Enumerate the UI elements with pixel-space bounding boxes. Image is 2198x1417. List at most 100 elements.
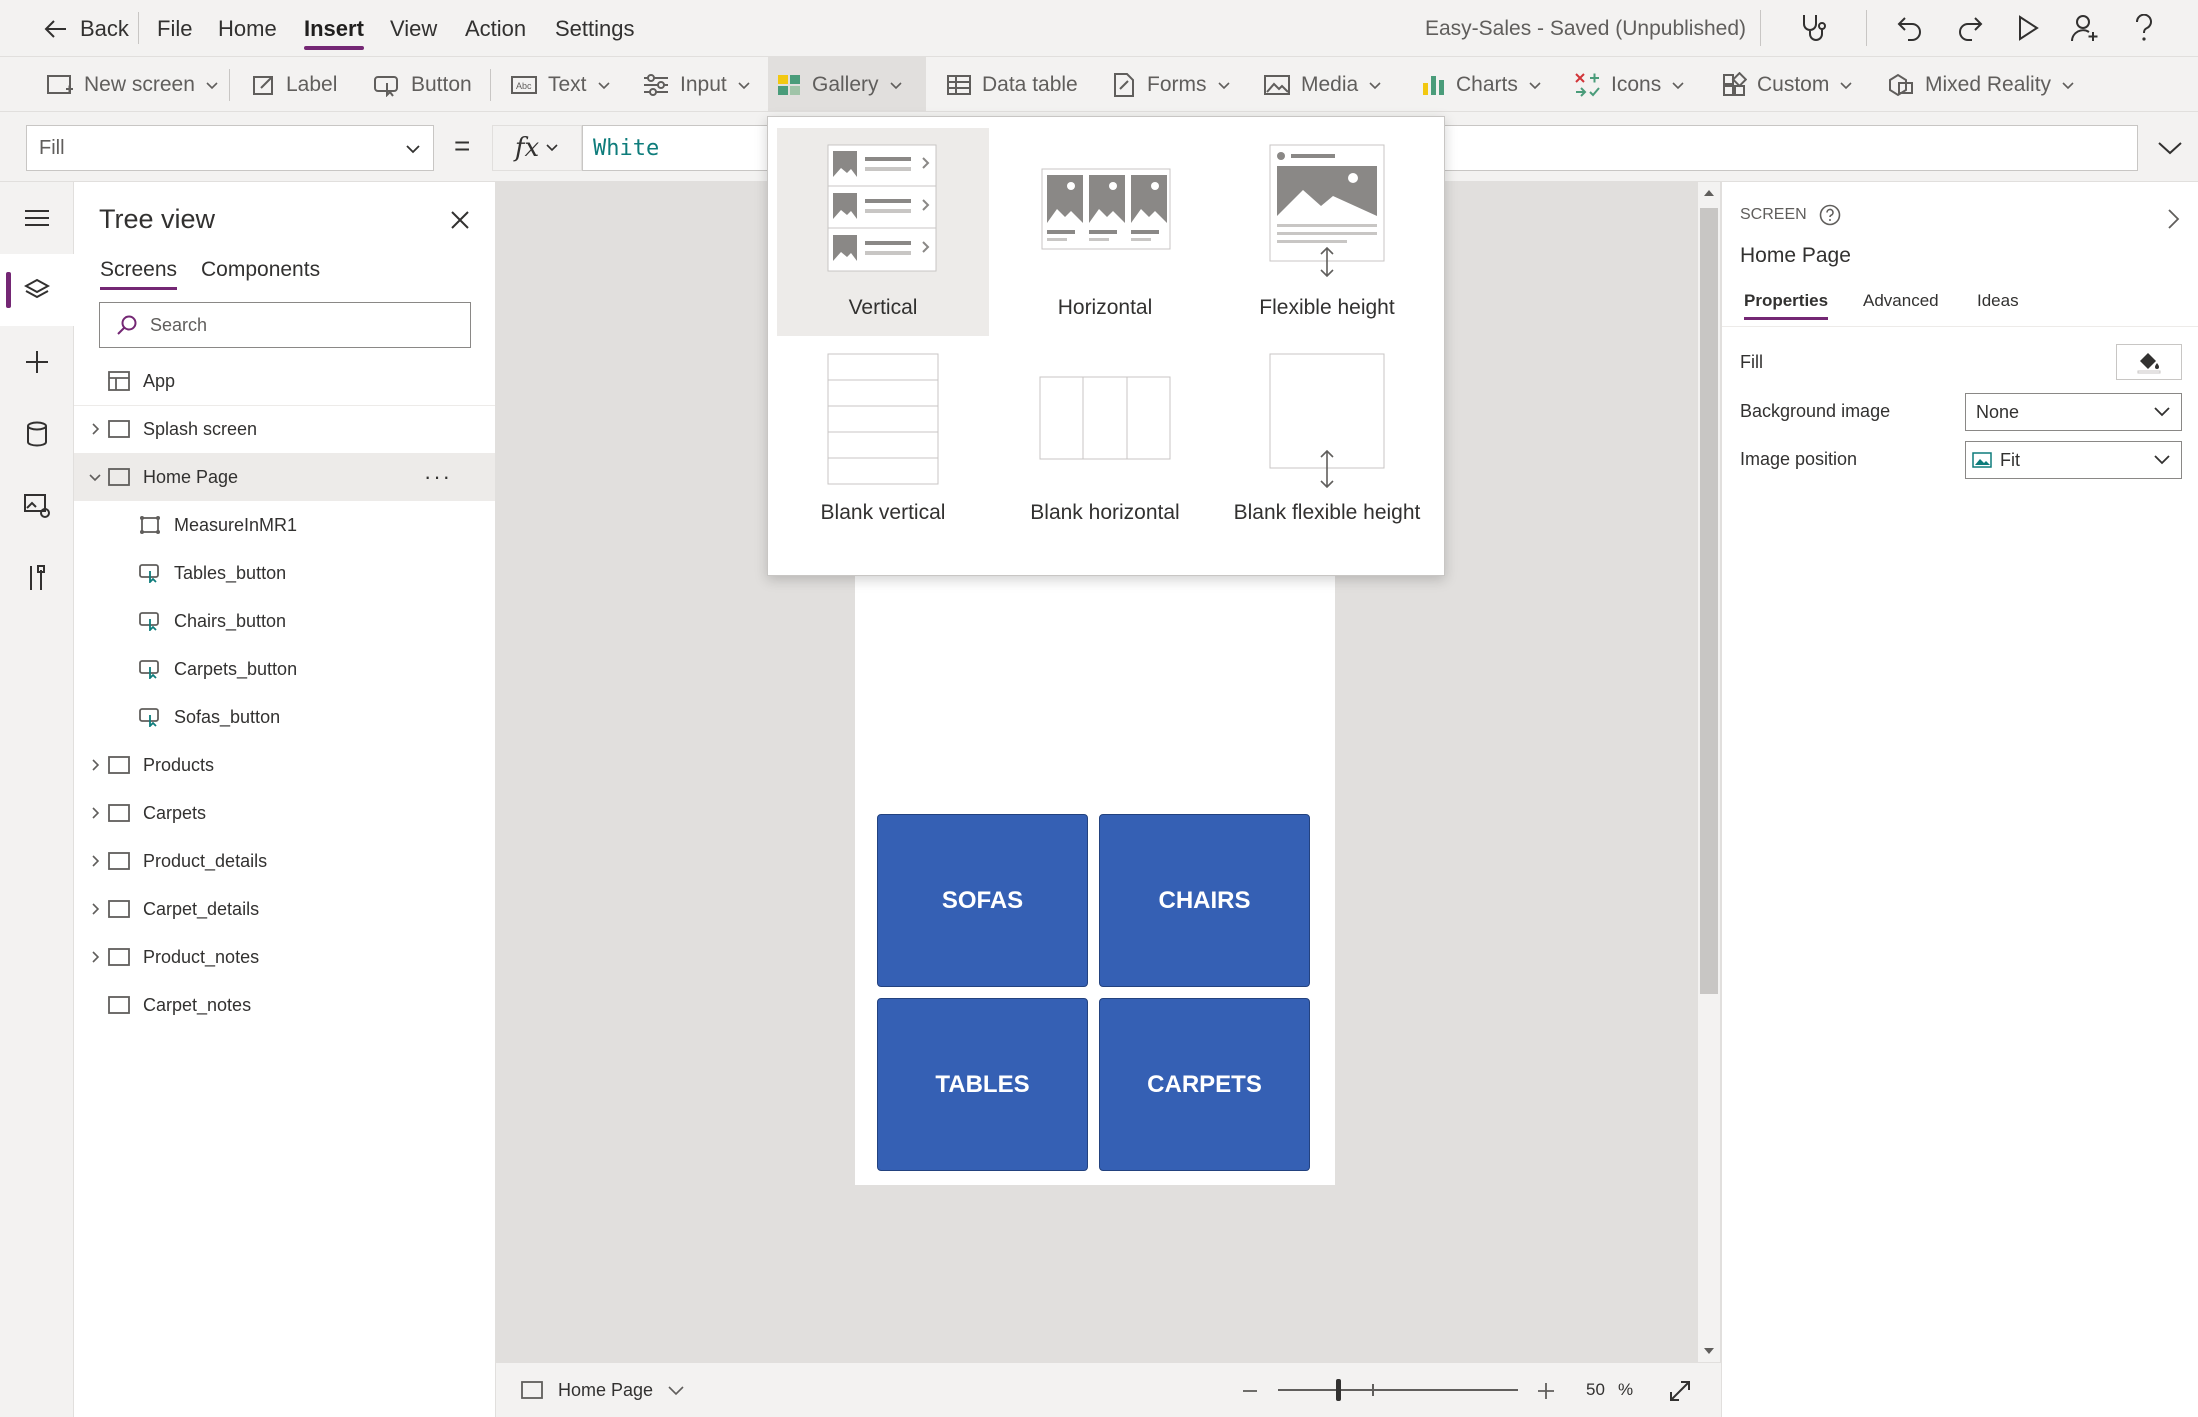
collapse-panel-button[interactable] xyxy=(2160,206,2186,232)
gallery-option-vertical[interactable]: Vertical xyxy=(777,128,989,336)
forms-button[interactable]: Forms xyxy=(1103,57,1239,113)
advanced-tools-button[interactable] xyxy=(0,542,74,614)
tree-item-carpets-button[interactable]: Carpets_button xyxy=(74,645,495,693)
chairs-tile-button[interactable]: CHAIRS xyxy=(1099,814,1310,987)
menu-home[interactable]: Home xyxy=(218,14,277,44)
tree-item-carpet-details[interactable]: Carpet_details xyxy=(74,885,495,933)
app-checker-button[interactable] xyxy=(1793,0,1833,56)
undo-button[interactable] xyxy=(1890,0,1930,56)
screen-icon xyxy=(108,900,130,918)
tree-item-products[interactable]: Products xyxy=(74,741,495,789)
measure-icon xyxy=(140,516,160,534)
label-button[interactable]: Label xyxy=(244,57,345,113)
menu-insert[interactable]: Insert xyxy=(304,14,364,50)
tab-components[interactable]: Components xyxy=(201,258,320,282)
gallery-option-label: Blank flexible height xyxy=(1233,501,1421,524)
tab-ideas[interactable]: Ideas xyxy=(1977,291,2019,311)
zoom-in-button[interactable] xyxy=(1532,1377,1560,1405)
mixed-reality-label: Mixed Reality xyxy=(1925,73,2052,96)
zoom-slider[interactable] xyxy=(1278,1389,1518,1391)
new-screen-button[interactable]: New screen xyxy=(38,57,227,113)
image-position-dropdown[interactable]: Fit xyxy=(1965,441,2182,479)
plus-icon xyxy=(26,351,48,373)
tree-item-label: Products xyxy=(143,754,215,775)
menu-settings[interactable]: Settings xyxy=(555,14,635,44)
canvas-scrollbar-thumb[interactable] xyxy=(1700,208,1718,994)
gallery-option-label: Flexible height xyxy=(1259,296,1395,319)
help-button[interactable] xyxy=(2124,0,2164,56)
home-page-screen[interactable]: SOFAS CHAIRS TABLES CARPETS xyxy=(855,560,1335,1185)
tree-item-tables-button[interactable]: Tables_button xyxy=(74,549,495,597)
fit-to-window-button[interactable] xyxy=(1664,1375,1696,1407)
fill-color-picker[interactable] xyxy=(2116,344,2182,380)
tree-item-label: Splash screen xyxy=(143,418,258,439)
pencil-label-icon xyxy=(253,76,273,95)
tree-item-product-details[interactable]: Product_details xyxy=(74,837,495,885)
tree-item-carpets[interactable]: Carpets xyxy=(74,789,495,837)
redo-button[interactable] xyxy=(1950,0,1990,56)
expand-formula-button[interactable] xyxy=(2150,125,2190,171)
zoom-out-button[interactable] xyxy=(1236,1377,1264,1405)
tree-item-measureinmr1[interactable]: MeasureInMR1 xyxy=(74,501,495,549)
tree-item-splash-screen[interactable]: Splash screen xyxy=(74,405,495,453)
data-button[interactable] xyxy=(0,398,74,470)
tab-properties[interactable]: Properties xyxy=(1744,291,1829,320)
gallery-option-horizontal[interactable]: Horizontal xyxy=(999,128,1211,336)
hamburger-button[interactable] xyxy=(0,182,74,254)
icons-button[interactable]: Icons xyxy=(1565,57,1693,113)
menu-file[interactable]: File xyxy=(157,14,192,44)
text-button[interactable]: Abc Text xyxy=(502,57,619,113)
menu-view[interactable]: View xyxy=(390,14,437,44)
gallery-option-blank-flexible-height[interactable]: Blank flexible height xyxy=(1221,339,1433,547)
tree-item-chairs-button[interactable]: Chairs_button xyxy=(74,597,495,645)
charts-button[interactable]: Charts xyxy=(1412,57,1550,113)
zoom-slider-handle[interactable] xyxy=(1336,1379,1341,1401)
sofas-tile-button[interactable]: SOFAS xyxy=(877,814,1088,987)
svg-text:Abc: Abc xyxy=(516,81,532,91)
tree-search-input[interactable]: Search xyxy=(99,302,471,348)
close-tree-view-button[interactable] xyxy=(442,202,478,238)
background-image-value: None xyxy=(1976,401,2020,422)
media-pane-button[interactable] xyxy=(0,470,74,542)
chevron-right-icon xyxy=(92,423,100,435)
formula-value: White xyxy=(593,135,660,161)
gallery-button[interactable]: Gallery xyxy=(768,57,926,113)
scroll-up-icon[interactable] xyxy=(1702,188,1716,198)
fx-button[interactable]: fx xyxy=(492,125,582,171)
button-button[interactable]: Button xyxy=(365,57,480,113)
insert-button[interactable] xyxy=(0,326,74,398)
custom-button[interactable]: Custom xyxy=(1713,57,1861,113)
share-button[interactable] xyxy=(2065,0,2105,56)
tree-item-label: Chairs_button xyxy=(174,610,287,631)
tree-item-sofas-button[interactable]: Sofas_button xyxy=(74,693,495,741)
property-dropdown[interactable]: Fill xyxy=(26,125,434,171)
gallery-option-blank-horizontal[interactable]: Blank horizontal xyxy=(999,339,1211,547)
background-image-dropdown[interactable]: None xyxy=(1965,393,2182,431)
tools-icon xyxy=(30,565,45,590)
menu-action[interactable]: Action xyxy=(465,14,526,44)
tree-item-carpet-notes[interactable]: Carpet_notes xyxy=(74,981,495,1029)
data-table-button[interactable]: Data table xyxy=(938,57,1086,113)
gallery-option-blank-vertical[interactable]: Blank vertical xyxy=(777,339,989,547)
carpets-tile-button[interactable]: CARPETS xyxy=(1099,998,1310,1171)
back-button[interactable]: Back xyxy=(44,14,129,44)
tab-advanced[interactable]: Advanced xyxy=(1863,291,1939,311)
insert-ribbon: New screen Label Button Abc Text Input G… xyxy=(0,56,2198,113)
screen-selector[interactable]: Home Page xyxy=(520,1375,685,1405)
tree-item-home-page[interactable]: Home Page ··· xyxy=(74,453,495,501)
scroll-down-icon[interactable] xyxy=(1702,1346,1716,1356)
tree-item-product-notes[interactable]: Product_notes xyxy=(74,933,495,981)
help-circle-icon[interactable] xyxy=(1819,204,1841,226)
tree-item-app[interactable]: App xyxy=(74,357,495,405)
tables-tile-button[interactable]: TABLES xyxy=(877,998,1088,1171)
tree-view-button[interactable] xyxy=(0,254,74,326)
more-options-button[interactable]: ··· xyxy=(424,464,452,490)
gallery-option-flexible-height[interactable]: Flexible height xyxy=(1221,128,1433,336)
mixed-reality-button[interactable]: Mixed Reality xyxy=(1879,57,2083,113)
tab-screens[interactable]: Screens xyxy=(100,258,178,290)
background-image-label: Background image xyxy=(1740,401,1891,421)
preview-button[interactable] xyxy=(2008,0,2048,56)
input-button[interactable]: Input xyxy=(634,57,759,113)
blank-horizontal-gallery-icon xyxy=(1039,376,1171,460)
media-button[interactable]: Media xyxy=(1255,57,1390,113)
